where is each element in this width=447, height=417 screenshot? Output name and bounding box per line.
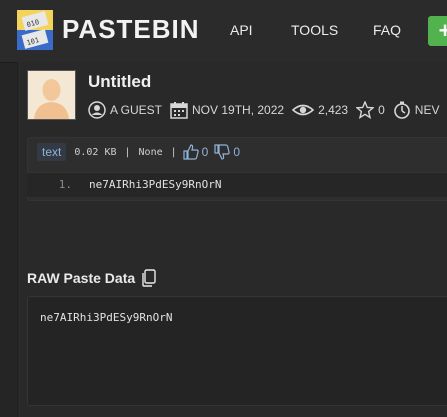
paste-meta: A GUEST NOV 19TH, 2022 2,423 0 NEV bbox=[88, 100, 447, 120]
paste-category: None bbox=[138, 146, 163, 158]
line-content[interactable]: ne7AIRhi3PdESy9RnOrN bbox=[89, 178, 221, 191]
toolbar-separator: | bbox=[124, 146, 131, 158]
nav-api[interactable]: API bbox=[230, 22, 253, 38]
thumbs-down-icon bbox=[214, 144, 231, 160]
code-toolbar: text 0.02 KB | None | 0 0 bbox=[27, 140, 447, 164]
nav-tools[interactable]: TOOLS bbox=[291, 22, 338, 38]
paste-date: NOV 19TH, 2022 bbox=[192, 103, 285, 117]
dislike-button[interactable]: 0 bbox=[214, 144, 240, 160]
star-icon[interactable] bbox=[356, 101, 375, 119]
dislike-count: 0 bbox=[233, 145, 241, 159]
line-number: 1. bbox=[58, 178, 72, 191]
timer-icon bbox=[393, 101, 410, 119]
like-count: 0 bbox=[201, 145, 209, 159]
syntax-badge[interactable]: text bbox=[37, 143, 67, 161]
view-count: 2,423 bbox=[318, 103, 349, 117]
raw-paste-title: RAW Paste Data bbox=[27, 270, 136, 286]
copy-icon[interactable] bbox=[141, 269, 157, 287]
user-icon bbox=[88, 101, 106, 119]
new-paste-button[interactable]: + bbox=[428, 16, 447, 46]
guest-avatar bbox=[27, 70, 76, 120]
star-count: 0 bbox=[378, 103, 385, 117]
top-header: 010 101 PASTEBIN API TOOLS FAQ + bbox=[0, 0, 447, 63]
calendar-icon bbox=[170, 102, 188, 119]
toolbar-separator: | bbox=[170, 146, 177, 158]
brand-name[interactable]: PASTEBIN bbox=[62, 14, 200, 45]
expiry-text: NEV bbox=[414, 103, 440, 117]
raw-paste-text[interactable]: ne7AIRhi3PdESy9RnOrN bbox=[40, 311, 172, 324]
raw-paste-heading: RAW Paste Data bbox=[27, 269, 157, 287]
eye-icon bbox=[292, 104, 315, 116]
paste-title: Untitled bbox=[88, 72, 152, 91]
nav-faq[interactable]: FAQ bbox=[373, 22, 401, 38]
like-button[interactable]: 0 bbox=[183, 144, 209, 160]
paste-size: 0.02 KB bbox=[74, 146, 117, 158]
thumbs-up-icon bbox=[183, 144, 199, 160]
author-name[interactable]: A GUEST bbox=[110, 103, 162, 117]
pastebin-logo[interactable]: 010 101 bbox=[17, 10, 53, 50]
